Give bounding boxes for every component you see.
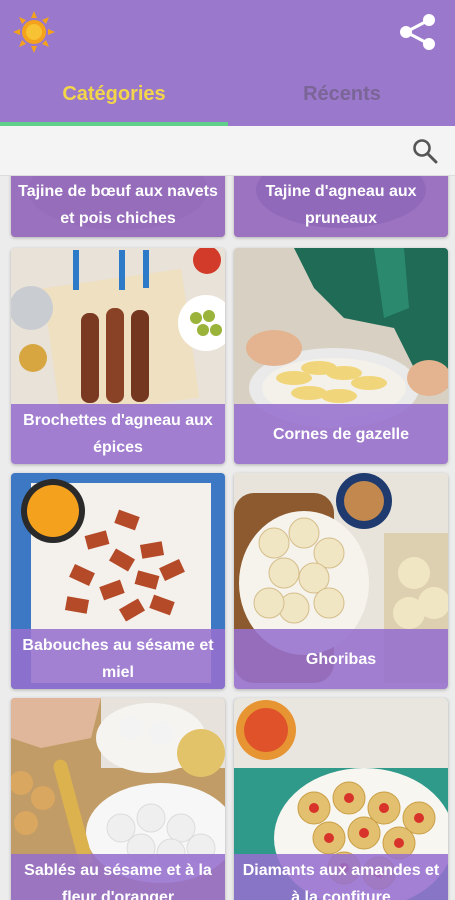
tab-bar: Catégories Récents <box>0 62 455 126</box>
tab-recents[interactable]: Récents <box>228 62 455 126</box>
top-app-bar <box>0 0 455 62</box>
search-icon[interactable] <box>412 138 438 164</box>
search-bar[interactable] <box>0 126 455 176</box>
recipe-title: Brochettes d'agneau aux épices <box>11 404 225 464</box>
recipe-card[interactable]: Babouches au sésame et miel <box>11 473 225 689</box>
recipe-title: Diamants aux amandes et à la confiture <box>234 854 448 900</box>
tab-categories[interactable]: Catégories <box>0 62 228 126</box>
recipe-title: Ghoribas <box>234 629 448 689</box>
recipe-title: Babouches au sésame et miel <box>11 629 225 689</box>
recipe-card[interactable]: Sablés au sésame et à la fleur d'oranger <box>11 698 225 900</box>
recipe-card[interactable]: Ghoribas <box>234 473 448 689</box>
share-icon[interactable] <box>396 10 440 54</box>
recipe-title: Cornes de gazelle <box>234 404 448 464</box>
recipe-card[interactable]: Tajine de bœuf aux navets et pois chiche… <box>11 176 225 237</box>
recipe-title: Tajine de bœuf aux navets et pois chiche… <box>11 176 225 237</box>
recipe-title: Sablés au sésame et à la fleur d'oranger <box>11 854 225 900</box>
recipe-card[interactable]: Cornes de gazelle <box>234 248 448 464</box>
sun-icon[interactable] <box>12 10 56 54</box>
recipe-card[interactable]: Brochettes d'agneau aux épices <box>11 248 225 464</box>
recipe-card[interactable]: Tajine d'agneau aux pruneaux <box>234 176 448 237</box>
app-screen: Catégories Récents Tajine de bœuf aux na… <box>0 0 455 900</box>
recipe-title: Tajine d'agneau aux pruneaux <box>234 176 448 237</box>
recipe-grid: Tajine de bœuf aux navets et pois chiche… <box>0 176 455 900</box>
recipe-card[interactable]: Diamants aux amandes et à la confiture <box>234 698 448 900</box>
